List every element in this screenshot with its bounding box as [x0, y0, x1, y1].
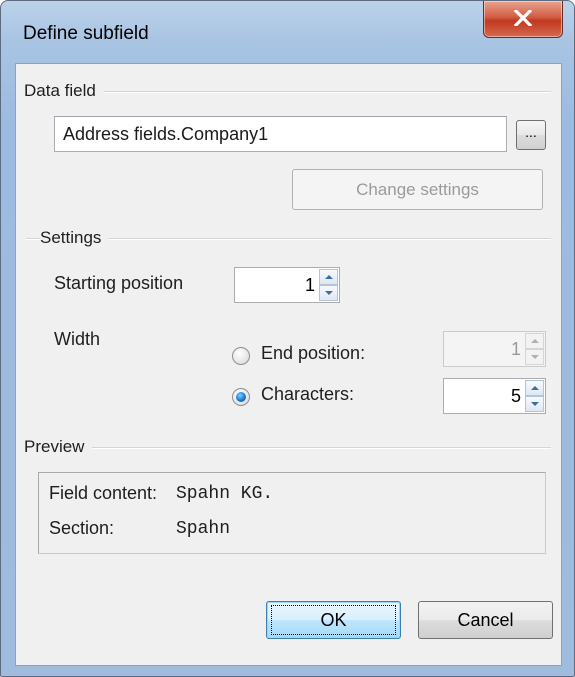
width-label: Width — [54, 329, 101, 349]
arrow-up-icon — [531, 339, 539, 343]
end-position-radio[interactable] — [232, 347, 250, 365]
preview-box: Field content: Spahn KG. Section: Spahn — [38, 472, 546, 554]
arrow-down-icon — [325, 291, 333, 295]
title-bar[interactable]: Define subfield — [1, 1, 574, 63]
starting-position-value: 1 — [304, 275, 315, 295]
arrow-up-icon — [325, 275, 333, 279]
section-value: Spahn — [176, 519, 231, 539]
end-position-spinner[interactable]: 1 — [443, 331, 546, 367]
browse-button[interactable]: ... — [516, 120, 546, 150]
cancel-label: Cancel — [457, 610, 514, 630]
characters-label[interactable]: Characters: — [261, 384, 354, 405]
characters-spinner[interactable]: 5 — [443, 378, 546, 414]
starting-position-down[interactable] — [319, 285, 338, 301]
change-settings-button[interactable]: Change settings — [292, 169, 543, 210]
data-field-input[interactable]: Address fields.Company1 — [54, 116, 507, 152]
data-field-group-label: Data field — [24, 81, 104, 101]
preview-group-line — [26, 447, 551, 449]
close-icon — [514, 10, 532, 26]
window-title: Define subfield — [23, 23, 149, 44]
characters-value: 5 — [510, 386, 521, 406]
end-position-down[interactable] — [525, 349, 544, 365]
field-content-label: Field content: — [49, 483, 158, 503]
end-position-label[interactable]: End position: — [261, 343, 365, 364]
arrow-up-icon — [531, 386, 539, 390]
data-field-group-line — [26, 91, 551, 93]
preview-group-label: Preview — [24, 437, 93, 457]
arrow-down-icon — [531, 355, 539, 359]
starting-position-spinner[interactable]: 1 — [234, 267, 340, 303]
cancel-button[interactable]: Cancel — [418, 601, 553, 639]
characters-down[interactable] — [525, 396, 544, 412]
dialog-window: Define subfield Data field Address field… — [0, 0, 575, 677]
ellipsis-icon: ... — [525, 124, 537, 140]
section-label: Section: — [49, 518, 115, 538]
starting-position-up[interactable] — [319, 269, 338, 285]
settings-group-label: Settings — [40, 228, 110, 248]
end-position-value: 1 — [510, 339, 521, 359]
ok-focus-rect — [271, 605, 396, 635]
field-content-value: Spahn KG. — [176, 484, 274, 504]
data-field-value: Address fields.Company1 — [63, 124, 269, 144]
close-button[interactable] — [483, 1, 563, 38]
starting-position-label: Starting position — [54, 273, 184, 293]
dialog-client-area: Data field Address fields.Company1 ... C… — [15, 63, 562, 666]
arrow-down-icon — [531, 402, 539, 406]
characters-up[interactable] — [525, 380, 544, 396]
characters-radio[interactable] — [232, 388, 250, 406]
end-position-up[interactable] — [525, 333, 544, 349]
